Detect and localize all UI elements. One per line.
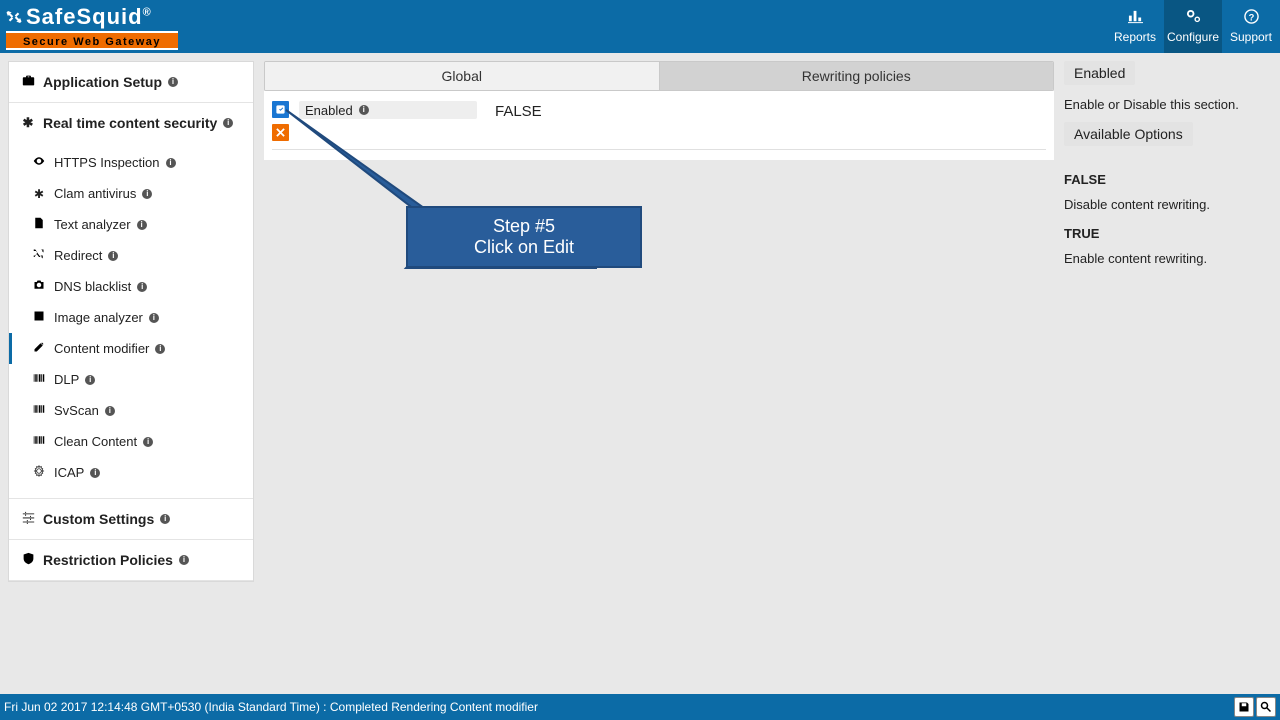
- info-icon: i: [90, 468, 100, 478]
- sidebar-app-setup[interactable]: Application Setup i: [9, 62, 253, 102]
- gears-icon: [1186, 9, 1201, 27]
- barcode-icon: [30, 403, 48, 418]
- sidebar-item-icap[interactable]: ICAPi: [9, 457, 253, 488]
- cog-icon: [30, 465, 48, 480]
- info-icon: i: [108, 251, 118, 261]
- logo-icon: [4, 7, 24, 27]
- info-icon: i: [85, 375, 95, 385]
- sidebar: Application Setup i ✱ Real time content …: [8, 61, 254, 582]
- asterisk-icon: ✱: [19, 115, 37, 131]
- sidebar-item-redirect[interactable]: Redirecti: [9, 240, 253, 271]
- info-icon: i: [137, 282, 147, 292]
- info-icon: i: [160, 514, 170, 524]
- logo-area: SafeSquid® Secure Web Gateway: [0, 4, 178, 50]
- tagline: Secure Web Gateway: [6, 31, 178, 50]
- svg-text:?: ?: [1248, 12, 1254, 22]
- info-icon: i: [149, 313, 159, 323]
- help-true-name: TRUE: [1064, 226, 1262, 241]
- info-icon: i: [179, 555, 189, 565]
- nav-reports[interactable]: Reports: [1106, 0, 1164, 53]
- sidebar-item-text[interactable]: Text analyzeri: [9, 209, 253, 240]
- shield-icon: [19, 552, 37, 568]
- setting-label: Enabledi: [299, 101, 477, 119]
- edit-button[interactable]: [272, 101, 289, 118]
- edit-icon: [30, 341, 48, 356]
- setting-row-enabled: Enabledi FALSE: [272, 101, 1046, 150]
- barcode-icon: [30, 372, 48, 387]
- info-icon: i: [168, 77, 178, 87]
- info-icon: i: [143, 437, 153, 447]
- asterisk-icon: ✱: [30, 187, 48, 201]
- briefcase-icon: [19, 74, 37, 90]
- sidebar-item-content-modifier[interactable]: Content modifieri: [9, 333, 253, 364]
- sidebar-realtime[interactable]: ✱ Real time content security i: [9, 103, 253, 143]
- help-false-desc: Disable content rewriting.: [1064, 197, 1262, 212]
- nav-configure[interactable]: Configure: [1164, 0, 1222, 53]
- sidebar-item-clean[interactable]: Clean Contenti: [9, 426, 253, 457]
- sidebar-item-svscan[interactable]: SvScani: [9, 395, 253, 426]
- help-true-desc: Enable content rewriting.: [1064, 251, 1262, 266]
- sidebar-item-dlp[interactable]: DLPi: [9, 364, 253, 395]
- sidebar-item-dns[interactable]: DNS blacklisti: [9, 271, 253, 302]
- picture-icon: [30, 310, 48, 325]
- help-panel: Enabled Enable or Disable this section. …: [1054, 61, 1272, 582]
- help-enabled-badge: Enabled: [1064, 61, 1135, 85]
- search-icon-button[interactable]: [1256, 697, 1276, 717]
- sidebar-item-clam[interactable]: ✱Clam antivirusi: [9, 178, 253, 209]
- top-nav: Reports Configure ? Support: [1106, 0, 1280, 53]
- chart-icon: [1128, 9, 1143, 27]
- tab-global[interactable]: Global: [265, 62, 659, 90]
- question-icon: ?: [1244, 9, 1259, 27]
- help-false-name: FALSE: [1064, 172, 1262, 187]
- info-icon: i: [359, 105, 369, 115]
- status-bar: Fri Jun 02 2017 12:14:48 GMT+0530 (India…: [0, 694, 1280, 720]
- setting-value: FALSE: [477, 101, 560, 122]
- sidebar-item-https[interactable]: HTTPS Inspectioni: [9, 147, 253, 178]
- camera-icon: [30, 279, 48, 294]
- info-icon: i: [223, 118, 233, 128]
- info-icon: i: [166, 158, 176, 168]
- file-text-icon: [30, 217, 48, 232]
- tab-rewriting-policies[interactable]: Rewriting policies: [659, 62, 1054, 90]
- sidebar-custom[interactable]: Custom Settings i: [9, 499, 253, 539]
- barcode-icon: [30, 434, 48, 449]
- info-icon: i: [142, 189, 152, 199]
- content-tabs: Global Rewriting policies: [264, 61, 1054, 91]
- help-desc: Enable or Disable this section.: [1064, 97, 1262, 112]
- help-options-badge: Available Options: [1064, 122, 1193, 146]
- nav-support[interactable]: ? Support: [1222, 0, 1280, 53]
- sliders-icon: [19, 511, 37, 527]
- status-text: Fri Jun 02 2017 12:14:48 GMT+0530 (India…: [4, 700, 538, 714]
- info-icon: i: [105, 406, 115, 416]
- shuffle-icon: [30, 248, 48, 263]
- brand-name: SafeSquid®: [26, 4, 152, 30]
- info-icon: i: [137, 220, 147, 230]
- save-icon-button[interactable]: [1234, 697, 1254, 717]
- info-icon: i: [155, 344, 165, 354]
- sidebar-item-image[interactable]: Image analyzeri: [9, 302, 253, 333]
- app-header: SafeSquid® Secure Web Gateway Reports Co…: [0, 0, 1280, 53]
- eye-icon: [30, 155, 48, 170]
- delete-button[interactable]: [272, 124, 289, 141]
- sidebar-restriction[interactable]: Restriction Policies i: [9, 540, 253, 580]
